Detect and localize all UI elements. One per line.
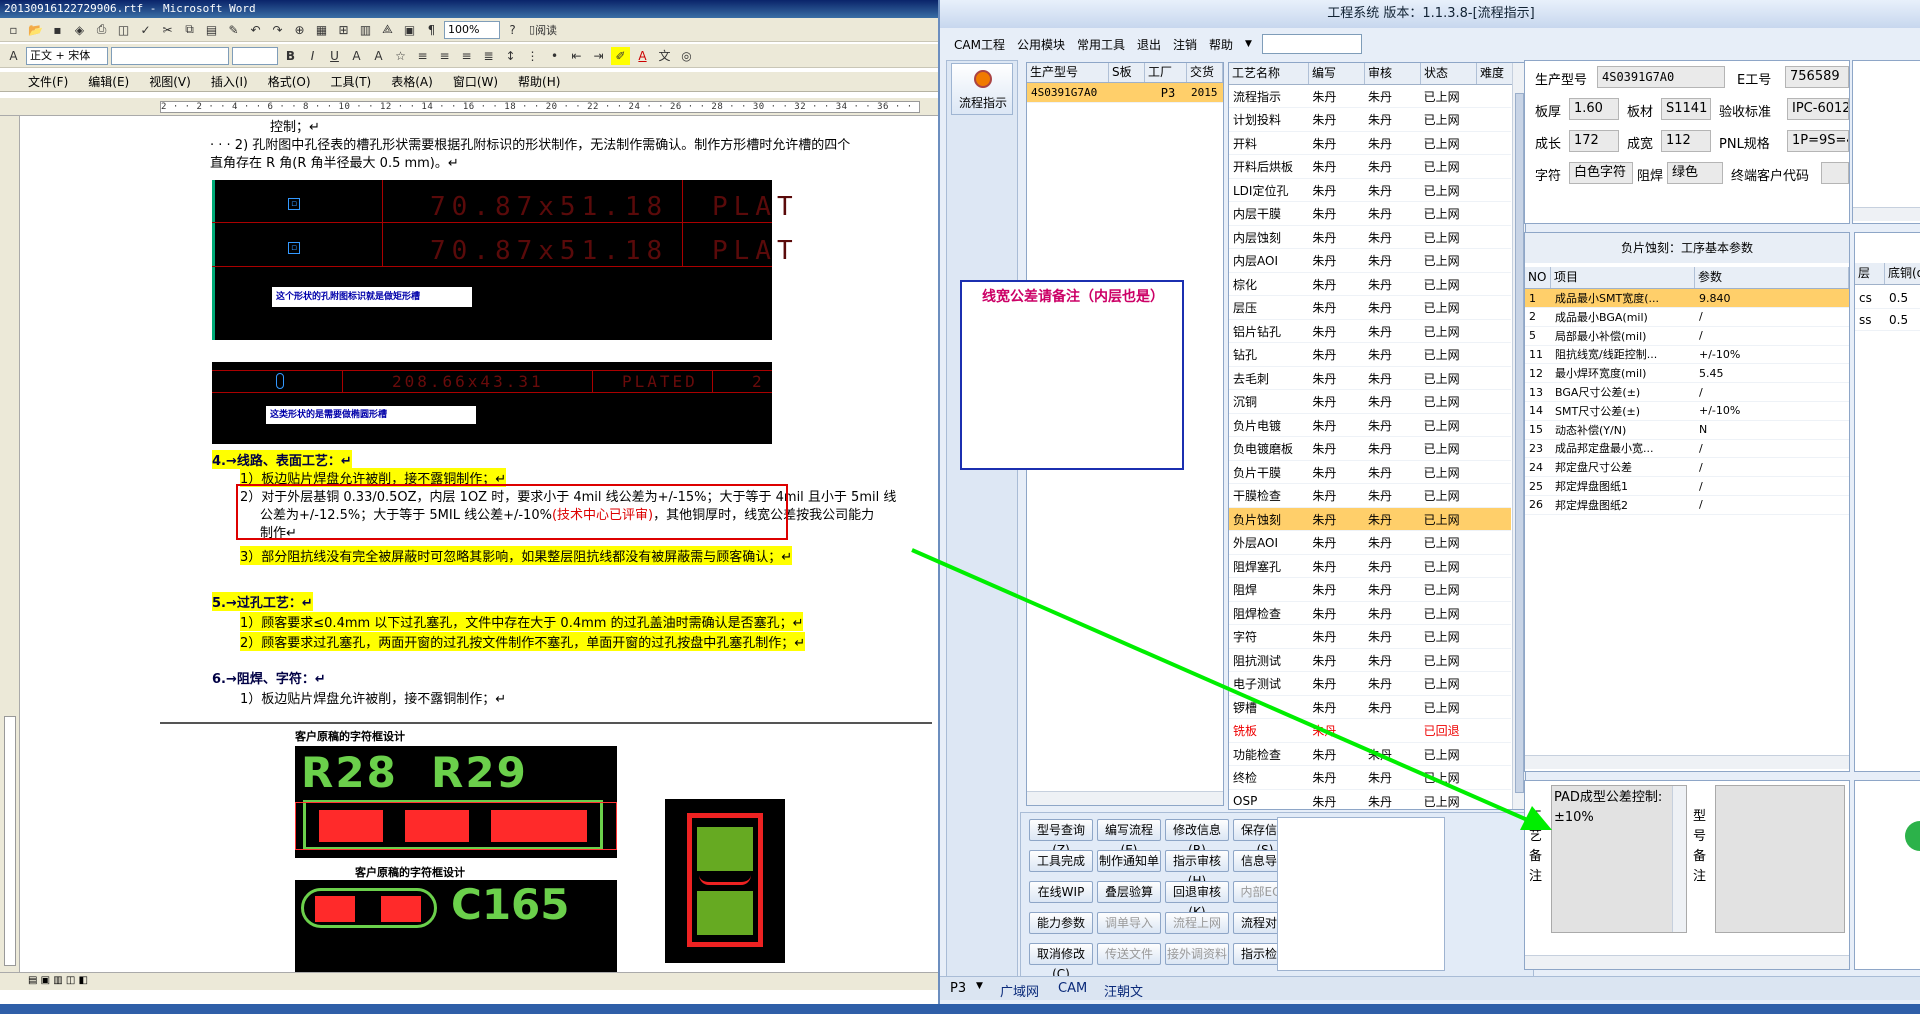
taskbar[interactable]	[0, 1004, 1920, 1014]
annotation-arrow	[911, 548, 1552, 830]
arrow-line	[911, 548, 1533, 824]
